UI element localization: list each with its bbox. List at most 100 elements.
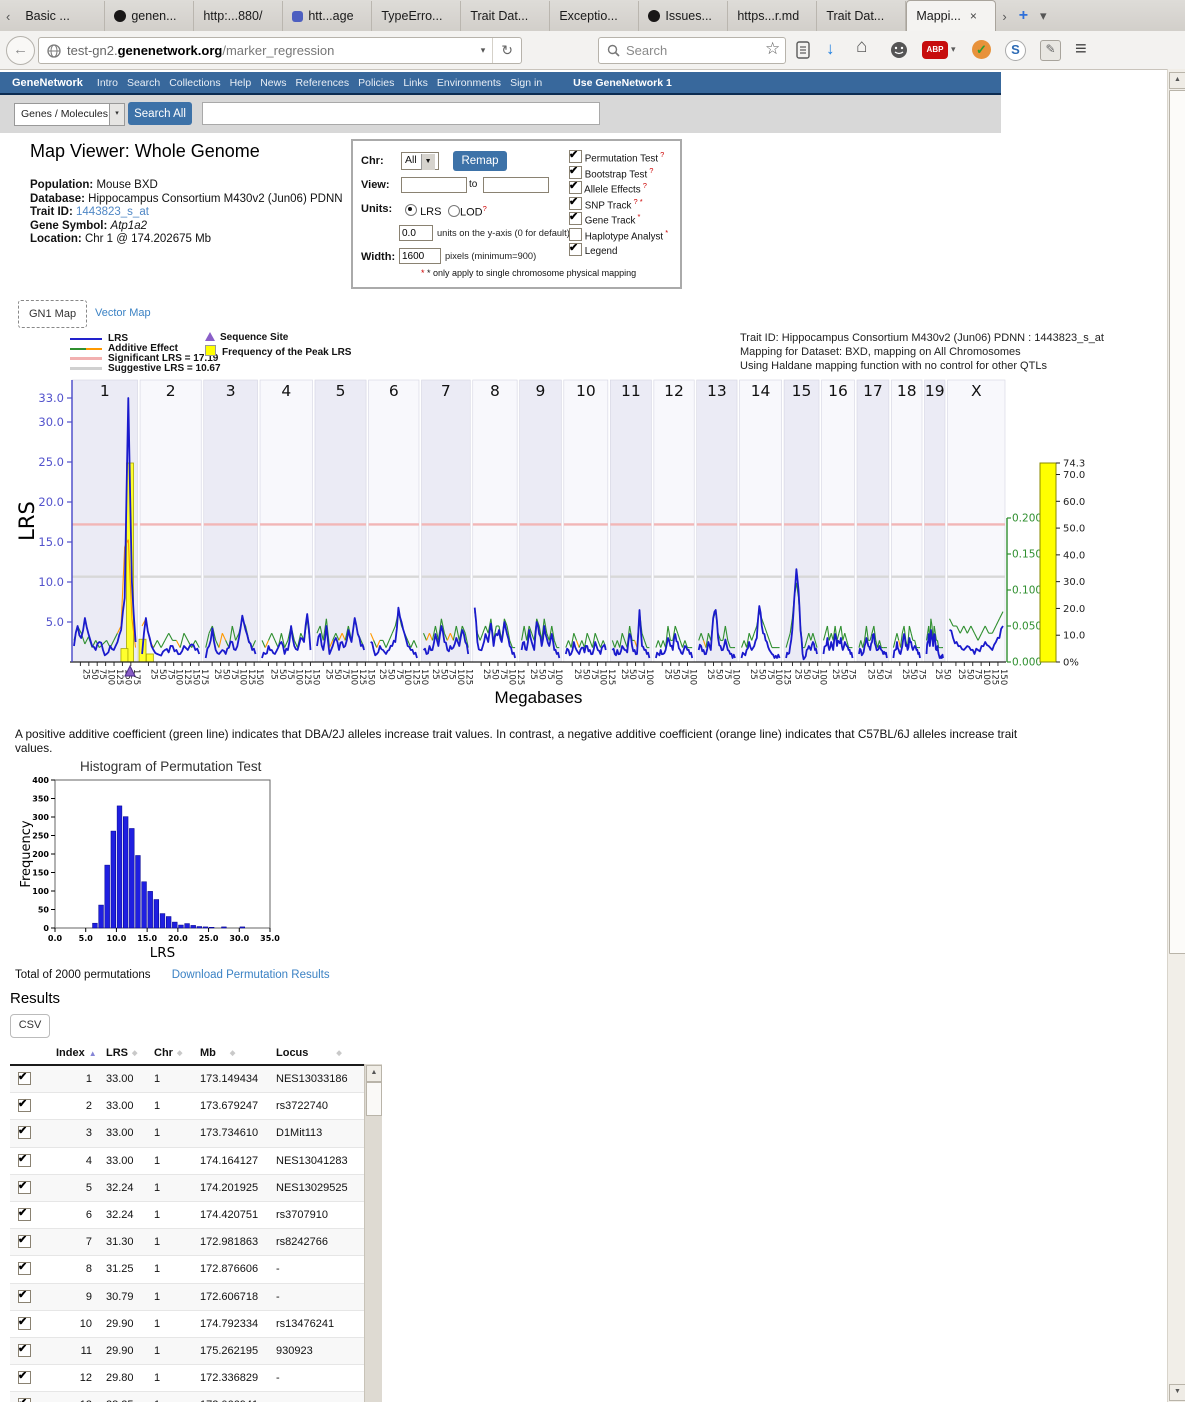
addon-edit-icon[interactable]: ✎: [1040, 40, 1061, 61]
table-row[interactable]: 930.791172.606718-: [10, 1284, 382, 1311]
nav-link-help[interactable]: Help: [230, 77, 252, 89]
row-checkbox[interactable]: [18, 1208, 31, 1221]
nav-link-environments[interactable]: Environments: [437, 77, 501, 89]
scroll-down-icon[interactable]: ▼: [1169, 1384, 1185, 1401]
remap-button[interactable]: Remap: [453, 151, 507, 171]
table-scrollbar[interactable]: ▲: [364, 1064, 382, 1402]
row-checkbox[interactable]: [18, 1126, 31, 1139]
checkbox-bootstrap-test[interactable]: Bootstrap Test ?: [569, 166, 653, 180]
checkbox-permutation-test[interactable]: Permutation Test ?: [569, 150, 664, 164]
browser-tab-11[interactable]: Mappi...×: [906, 0, 996, 31]
row-checkbox[interactable]: [18, 1344, 31, 1357]
browser-tab-5[interactable]: TypeErro...: [372, 1, 461, 31]
width-input[interactable]: [399, 248, 441, 264]
search-all-button[interactable]: Search All: [128, 102, 192, 125]
reload-icon[interactable]: ↻: [493, 42, 521, 59]
browser-tab-3[interactable]: http:...880/: [194, 1, 283, 31]
browser-tab-2[interactable]: genen...: [105, 1, 194, 31]
units-lrs-radio[interactable]: LRS: [405, 204, 441, 218]
col-mb[interactable]: Mb◆: [200, 1047, 276, 1059]
browser-tab-8[interactable]: Issues...: [639, 1, 728, 31]
browser-tab-9[interactable]: https...r.md: [728, 1, 817, 31]
nav-link-collections[interactable]: Collections: [169, 77, 220, 89]
tab-close-icon[interactable]: ×: [970, 9, 977, 23]
url-dropdown-icon[interactable]: ▾: [474, 45, 493, 56]
trait-id-link[interactable]: 1443823_s_at: [76, 206, 149, 218]
row-checkbox[interactable]: [18, 1154, 31, 1167]
col-index[interactable]: Index▲: [48, 1047, 106, 1059]
checkbox-legend[interactable]: Legend: [569, 243, 617, 257]
row-checkbox[interactable]: [18, 1398, 31, 1402]
back-button[interactable]: ←: [6, 36, 35, 65]
nav-link-sign-in[interactable]: Sign in: [510, 77, 542, 89]
table-row[interactable]: 133.001173.149434NES13033186: [10, 1066, 382, 1093]
csv-button[interactable]: CSV: [10, 1014, 50, 1038]
new-tab-button[interactable]: +: [1013, 1, 1034, 31]
row-checkbox[interactable]: [18, 1290, 31, 1303]
row-checkbox[interactable]: [18, 1371, 31, 1384]
table-row[interactable]: 1029.901174.792334rs13476241: [10, 1311, 382, 1338]
row-checkbox[interactable]: [18, 1099, 31, 1112]
addon-s-icon[interactable]: S: [1005, 40, 1026, 61]
checkbox-gene-track[interactable]: Gene Track *: [569, 212, 640, 226]
units-lod-radio[interactable]: LOD?: [448, 204, 487, 219]
tab-scroll-left-icon[interactable]: ‹: [0, 1, 16, 31]
nav-link-policies[interactable]: Policies: [358, 77, 394, 89]
table-row[interactable]: 1129.901175.262195930923: [10, 1338, 382, 1365]
table-scrollbar-thumb[interactable]: [366, 1082, 382, 1116]
menu-hamburger-icon[interactable]: ≡: [1075, 38, 1087, 61]
home-icon[interactable]: ⌂: [856, 36, 867, 58]
tab-vector-map[interactable]: Vector Map: [95, 307, 151, 319]
browser-tab-1[interactable]: Basic ...: [16, 1, 105, 31]
browser-tab-7[interactable]: Exceptio...: [550, 1, 639, 31]
nav-link-search[interactable]: Search: [127, 77, 160, 89]
view-from-input[interactable]: [401, 177, 467, 193]
checkbox-snp-track[interactable]: SNP Track ? *: [569, 197, 643, 211]
adblock-plus-icon[interactable]: ABP: [922, 41, 948, 59]
search-bar[interactable]: Search: [598, 37, 786, 64]
bookmark-star-icon[interactable]: ☆: [765, 39, 780, 59]
col-chr[interactable]: Chr◆: [154, 1047, 200, 1059]
row-checkbox[interactable]: [18, 1262, 31, 1275]
url-bar[interactable]: test-gn2.genenetwork.org/marker_regressi…: [38, 37, 522, 64]
bookmarks-menu-icon[interactable]: [795, 41, 811, 59]
table-row[interactable]: 831.251172.876606-: [10, 1256, 382, 1283]
row-checkbox[interactable]: [18, 1235, 31, 1248]
chr-select[interactable]: All▼: [401, 152, 439, 170]
table-row[interactable]: 731.301172.981863rs8242766: [10, 1229, 382, 1256]
chat-smiley-icon[interactable]: [890, 41, 908, 59]
window-scrollbar-thumb[interactable]: [1169, 90, 1185, 954]
search-category-dropdown-icon[interactable]: ▾: [109, 103, 125, 126]
tab-scroll-right-icon[interactable]: ›: [996, 1, 1012, 31]
table-row[interactable]: 532.241174.201925NES13029525: [10, 1175, 382, 1202]
col-locus[interactable]: Locus◆: [276, 1047, 365, 1059]
search-category-select[interactable]: Genes / Molecules: [14, 103, 116, 126]
adblock-dropdown-icon[interactable]: ▾: [951, 44, 956, 55]
table-row[interactable]: 333.001173.734610D1Mit113: [10, 1120, 382, 1147]
download-permutation-link[interactable]: Download Permutation Results: [172, 969, 330, 981]
tab-gn1-map[interactable]: GN1 Map: [18, 300, 87, 328]
brand-genenetwork[interactable]: GeneNetwork: [12, 77, 83, 89]
col-lrs[interactable]: LRS◆: [106, 1047, 154, 1059]
addon-orange-check-icon[interactable]: ✓: [972, 40, 991, 59]
tab-list-dropdown-icon[interactable]: ▾: [1034, 1, 1053, 31]
y-units-input[interactable]: [399, 225, 433, 241]
table-scroll-up-icon[interactable]: ▲: [366, 1065, 382, 1082]
use-genenetwork1-link[interactable]: Use GeneNetwork 1: [573, 77, 672, 89]
scroll-up-icon[interactable]: ▲: [1169, 72, 1185, 89]
table-row[interactable]: 433.001174.164127NES13041283: [10, 1148, 382, 1175]
browser-tab-10[interactable]: Trait Dat...: [817, 1, 906, 31]
row-checkbox[interactable]: [18, 1181, 31, 1194]
nav-link-references[interactable]: References: [295, 77, 349, 89]
browser-tab-6[interactable]: Trait Dat...: [461, 1, 550, 31]
window-scrollbar[interactable]: ▲ ▼: [1167, 69, 1185, 1402]
row-checkbox[interactable]: [18, 1317, 31, 1330]
view-to-input[interactable]: [483, 177, 549, 193]
table-row[interactable]: 233.001173.679247rs3722740: [10, 1093, 382, 1120]
nav-link-news[interactable]: News: [260, 77, 286, 89]
downloads-icon[interactable]: ↓: [826, 39, 835, 59]
checkbox-haplotype-analyst[interactable]: Haplotype Analyst *: [569, 228, 668, 242]
row-checkbox[interactable]: [18, 1072, 31, 1085]
browser-tab-4[interactable]: htt...age: [283, 1, 372, 31]
checkbox-allele-effects[interactable]: Allele Effects ?: [569, 181, 647, 195]
